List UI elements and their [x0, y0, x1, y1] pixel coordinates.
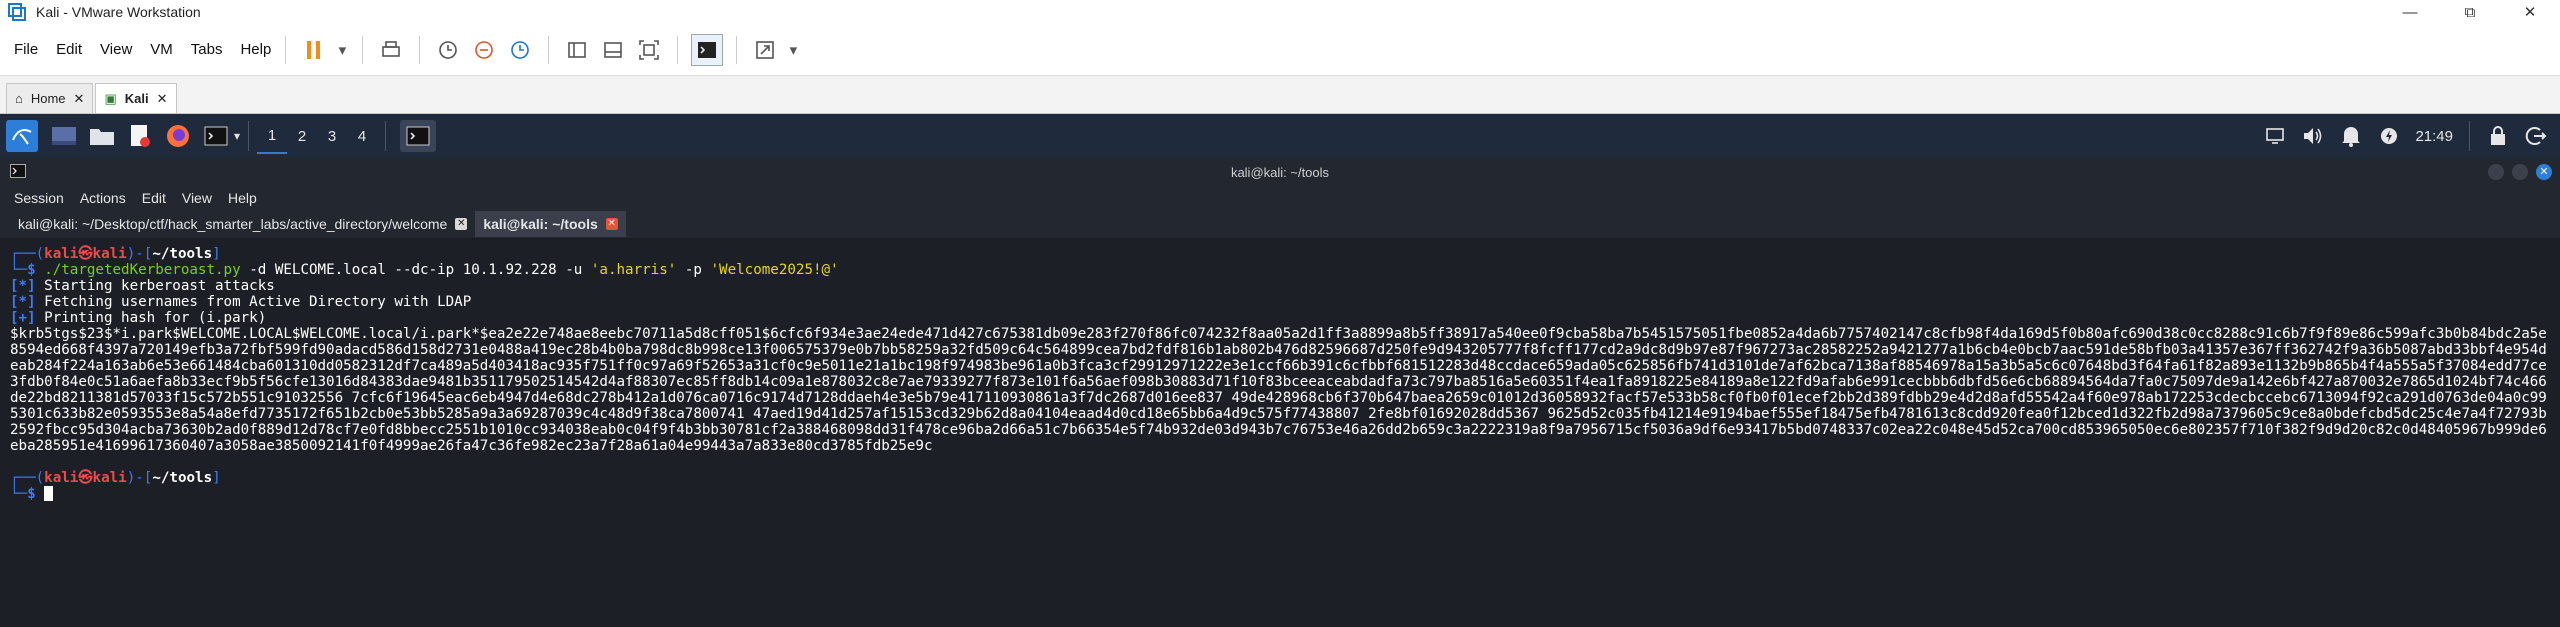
full-screen-icon[interactable] — [750, 35, 780, 65]
show-desktop-icon[interactable] — [48, 120, 80, 152]
menu-vm[interactable]: VM — [150, 41, 173, 58]
terminal-tab-bar: kali@kali: ~/Desktop/ctf/hack_smarter_la… — [0, 210, 2560, 238]
snapshot-manager-icon[interactable] — [505, 35, 535, 65]
revert-snapshot-icon[interactable] — [469, 35, 499, 65]
sidebar-view-icon[interactable] — [562, 35, 592, 65]
command-line: └─$ ./targetedKerberoast.py -d WELCOME.l… — [10, 262, 839, 278]
close-icon[interactable]: ✕ — [605, 218, 618, 230]
send-ctrl-alt-del-icon[interactable] — [376, 35, 406, 65]
toolbar-separator — [548, 35, 550, 64]
chevron-down-icon[interactable]: ▾ — [234, 129, 240, 143]
fit-window-icon[interactable] — [634, 35, 664, 65]
toolbar-separator — [677, 35, 679, 64]
toolbar-separator — [736, 35, 738, 64]
power-manager-icon[interactable] — [2373, 120, 2405, 152]
command-pass-flag: -p — [684, 262, 702, 278]
restore-icon[interactable]: ⧉ — [2440, 0, 2500, 24]
thumbnail-view-icon[interactable] — [598, 35, 628, 65]
terminal-tab-label: kali@kali: ~/Desktop/ctf/hack_smarter_la… — [18, 216, 448, 232]
folder-icon[interactable] — [86, 120, 118, 152]
snapshot-icon[interactable] — [433, 35, 463, 65]
terminal-output[interactable]: ┌──(kali㉿kali)-[~/tools] └─$ ./targetedK… — [0, 240, 2560, 627]
terminal-window-title: kali@kali: ~/tools — [1230, 164, 1330, 180]
menu-file[interactable]: File — [14, 41, 38, 58]
clock[interactable]: 21:49 — [2415, 128, 2453, 145]
menu-help[interactable]: Help — [240, 41, 271, 58]
close-icon[interactable]: ✕ — [2536, 164, 2552, 180]
vmware-window-title: Kali - VMware Workstation — [36, 4, 201, 20]
terminal-launcher-icon[interactable] — [200, 120, 232, 152]
terminal-menu-bar: Session Actions Edit View Help — [0, 186, 2560, 210]
minimize-icon[interactable]: — — [2380, 0, 2440, 24]
tab-kali-label: Kali — [124, 91, 149, 106]
pause-icon[interactable] — [299, 35, 329, 65]
text-cursor — [44, 486, 54, 501]
toolbar-separator — [419, 35, 421, 64]
firefox-icon[interactable] — [162, 120, 194, 152]
workspace-2[interactable]: 2 — [287, 118, 317, 154]
workspace-4[interactable]: 4 — [347, 118, 377, 154]
vmware-tab-bar: ⌂ Home ✕ ▣ Kali ✕ — [0, 76, 2560, 114]
chevron-down-icon[interactable]: ▾ — [335, 35, 349, 65]
panel-separator — [248, 121, 250, 151]
taskbar-terminal-window[interactable] — [400, 120, 437, 152]
close-icon[interactable]: ✕ — [157, 91, 168, 107]
panel-separator — [2469, 121, 2470, 151]
logout-icon[interactable] — [2520, 120, 2552, 152]
text-editor-icon[interactable] — [124, 120, 156, 152]
menu-session[interactable]: Session — [14, 190, 64, 206]
panel-separator — [385, 121, 387, 151]
minimize-icon[interactable] — [2488, 164, 2504, 180]
terminal-app-icon — [10, 164, 26, 181]
vmware-title-bar: Kali - VMware Workstation — ⧉ ✕ — [0, 0, 2560, 24]
menu-tabs[interactable]: Tabs — [191, 41, 223, 58]
notifications-icon[interactable] — [2335, 120, 2367, 152]
output-line: [*] Starting kerberoast attacks — [10, 278, 275, 294]
lock-screen-icon[interactable] — [2482, 120, 2514, 152]
command-user-arg: 'a.harris' — [590, 262, 677, 278]
command-args: -d WELCOME.local --dc-ip 10.1.92.228 -u — [249, 262, 583, 278]
vmware-logo-icon — [8, 3, 26, 21]
menu-help[interactable]: Help — [228, 190, 257, 206]
tab-home[interactable]: ⌂ Home ✕ — [6, 83, 94, 113]
terminal-tab-label: kali@kali: ~/tools — [483, 216, 598, 232]
close-icon[interactable]: ✕ — [455, 218, 468, 230]
vm-icon: ▣ — [104, 90, 117, 106]
maximize-icon[interactable] — [2512, 164, 2528, 180]
prompt-line: ┌──(kali㉿kali)-[~/tools] — [10, 246, 221, 262]
output-line: [*] Fetching usernames from Active Direc… — [10, 294, 472, 310]
terminal-tab-welcome[interactable]: kali@kali: ~/Desktop/ctf/hack_smarter_la… — [10, 211, 475, 237]
menu-edit[interactable]: Edit — [56, 41, 82, 58]
command-script: ./targetedKerberoast.py — [44, 262, 241, 278]
kali-menu-icon[interactable] — [6, 120, 38, 152]
display-icon[interactable] — [2259, 120, 2291, 152]
vmware-menu-bar: File Edit View VM Tabs Help ▾ ▾ — [0, 24, 2560, 76]
tab-home-label: Home — [30, 91, 66, 106]
menu-view[interactable]: View — [100, 41, 132, 58]
menu-actions[interactable]: Actions — [80, 190, 126, 206]
volume-icon[interactable] — [2297, 120, 2329, 152]
workspace-1[interactable]: 1 — [257, 118, 288, 154]
menu-edit[interactable]: Edit — [142, 190, 166, 206]
toolbar-separator — [285, 35, 287, 64]
kali-top-panel: ▾ 1 2 3 4 21:49 — [0, 114, 2560, 158]
chevron-down-icon[interactable]: ▾ — [786, 35, 800, 65]
terminal-title-bar: kali@kali: ~/tools ✕ — [0, 158, 2560, 186]
command-line: └─$ — [10, 486, 2560, 502]
output-line: [+] Printing hash for (i.park) — [10, 310, 267, 326]
close-icon[interactable]: ✕ — [2500, 0, 2560, 24]
tab-kali[interactable]: ▣ Kali ✕ — [95, 83, 177, 113]
prompt-line: ┌──(kali㉿kali)-[~/tools] — [10, 470, 221, 486]
command-pass-arg: 'Welcome2025!@' — [710, 262, 839, 278]
menu-view[interactable]: View — [182, 190, 212, 206]
home-icon: ⌂ — [15, 91, 23, 106]
workspace-3[interactable]: 3 — [317, 118, 347, 154]
console-view-icon[interactable] — [691, 33, 724, 66]
toolbar-separator — [362, 35, 364, 64]
kerberos-hash-output: $krb5tgs$23$*i.park$WELCOME.LOCAL$WELCOM… — [10, 326, 2547, 454]
close-icon[interactable]: ✕ — [74, 91, 85, 107]
terminal-tab-tools[interactable]: kali@kali: ~/tools ✕ — [475, 211, 626, 237]
